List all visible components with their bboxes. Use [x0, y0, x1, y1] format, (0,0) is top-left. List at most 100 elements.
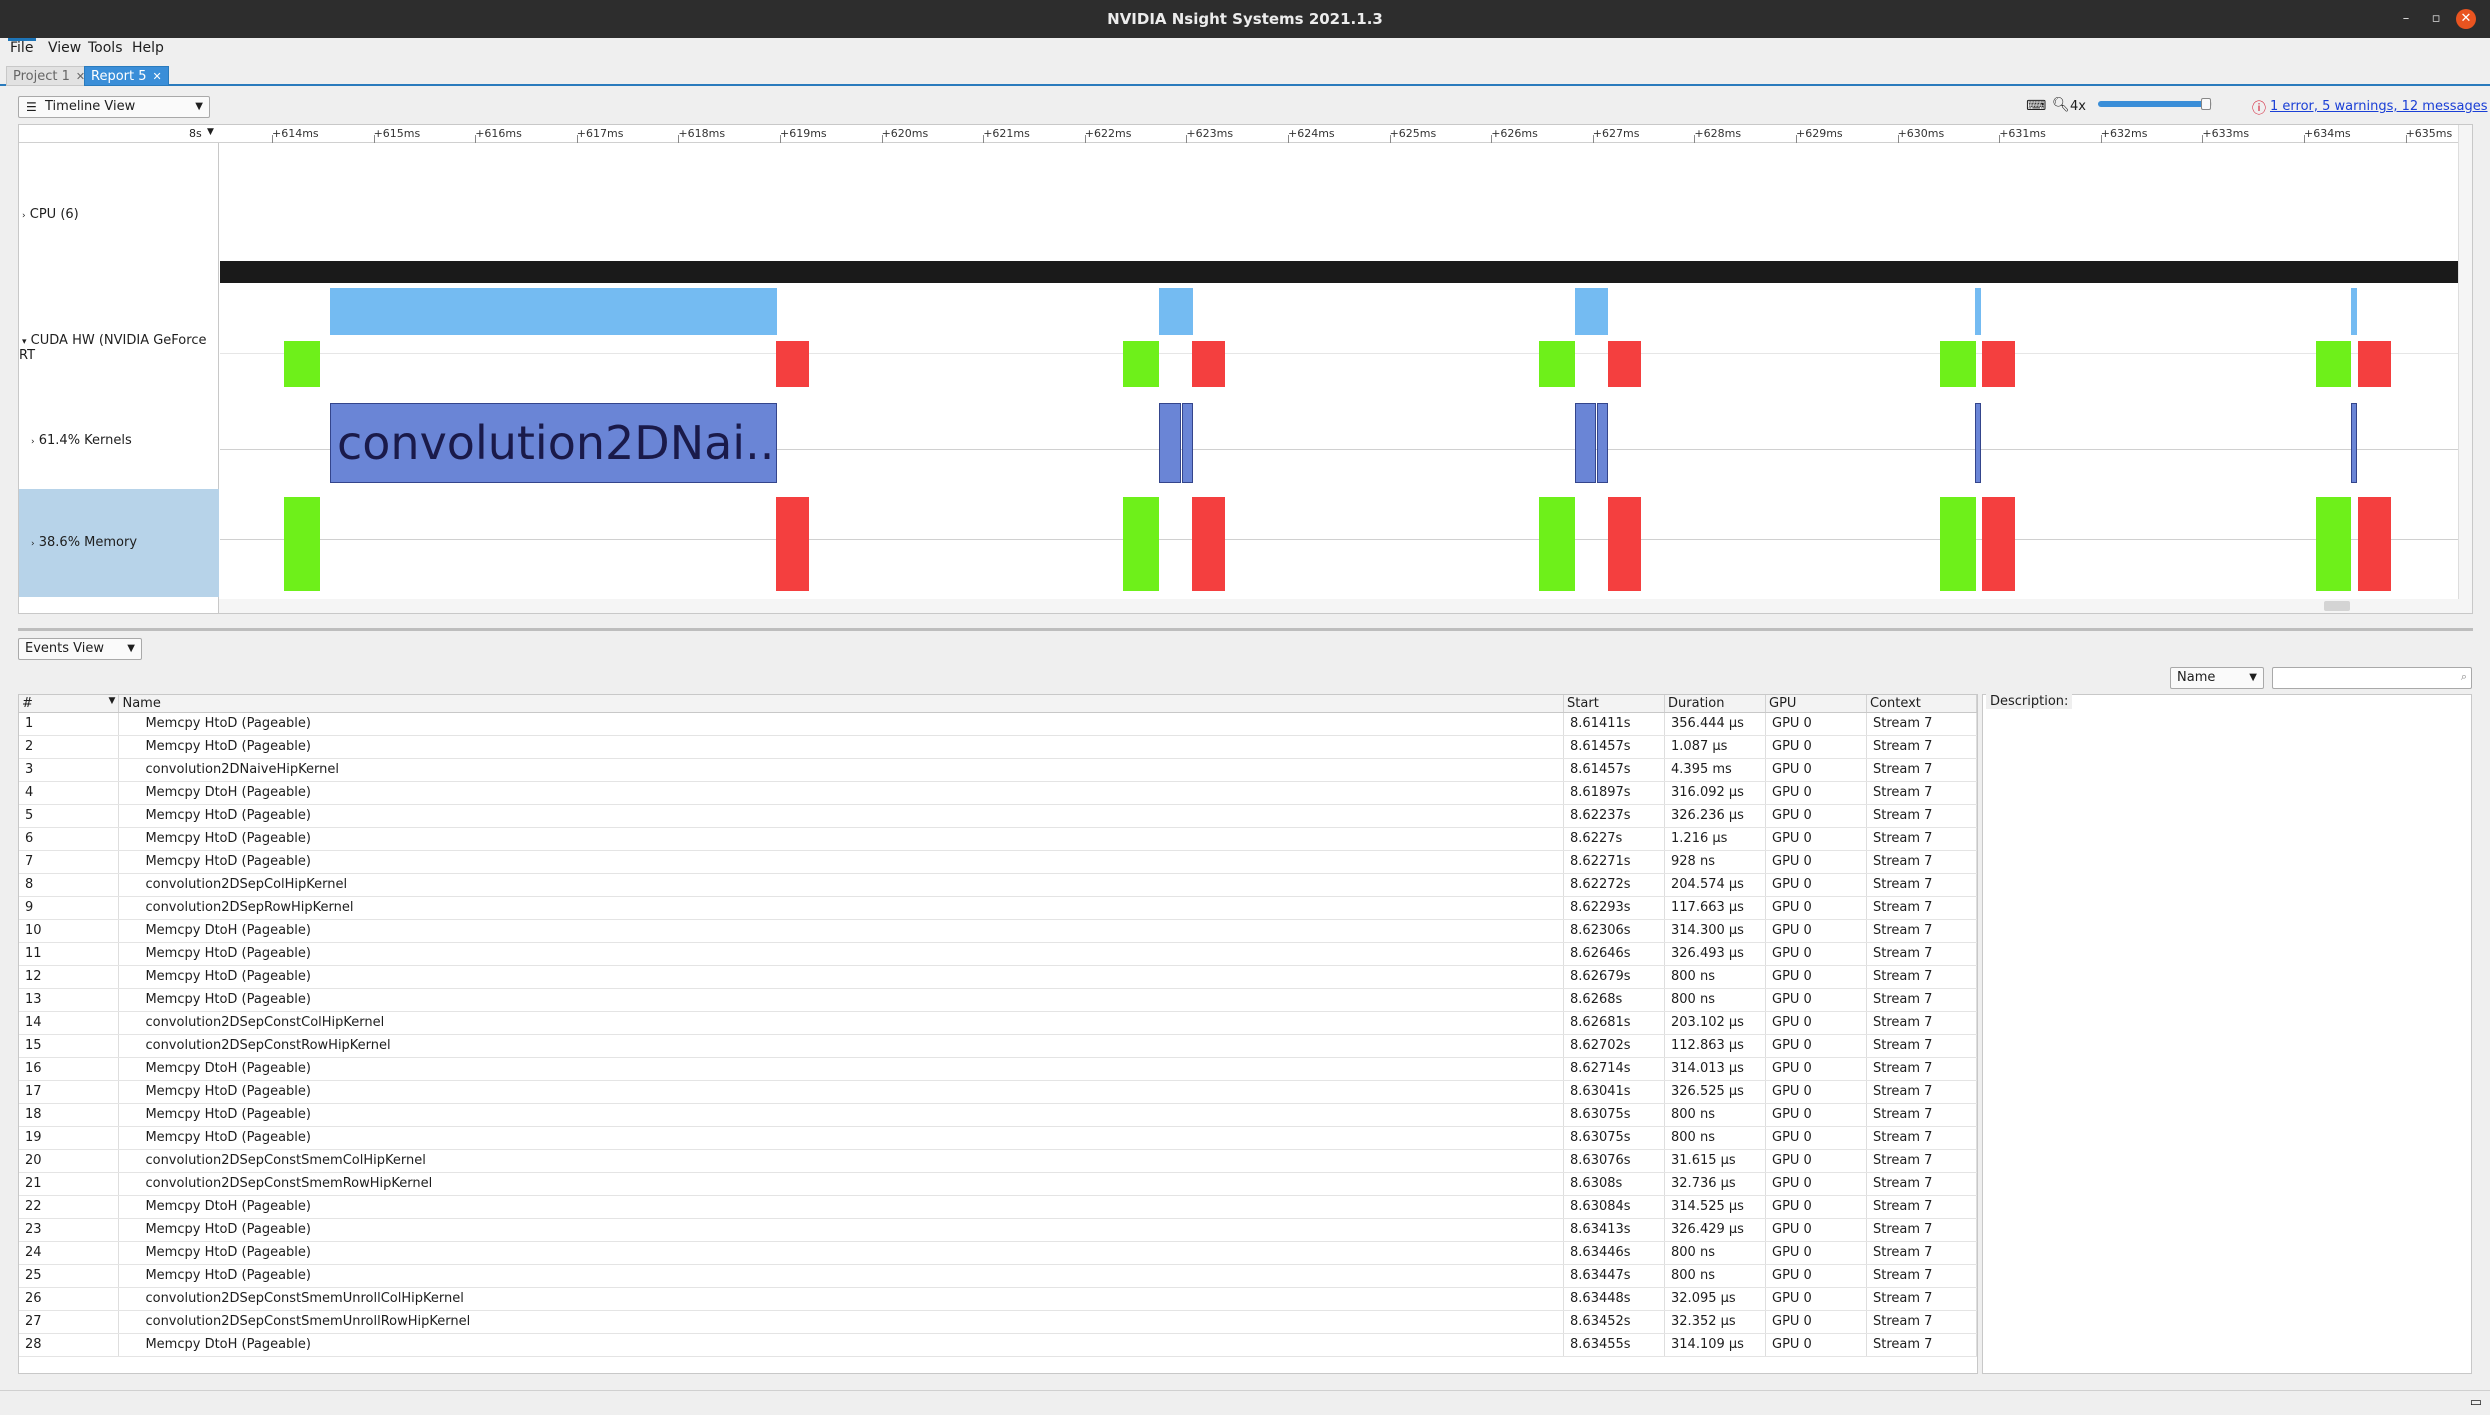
zoom-icon[interactable]: 🔍︎ [2052, 97, 2070, 113]
menu-file[interactable]: File [10, 40, 33, 56]
table-row[interactable]: 20 convolution2DSepConstSmemColHipKernel 8… [19, 1149, 1977, 1173]
kernel-block[interactable] [1182, 403, 1193, 483]
row-cpu[interactable]: › CPU (6) [19, 207, 219, 222]
messages-link[interactable]: 1 error, 5 warnings, 12 messages [2270, 99, 2488, 114]
cuda-hw-kernel-block[interactable] [2351, 288, 2357, 335]
cuda-hw-htod-block[interactable] [1123, 341, 1159, 387]
table-row[interactable]: 17 Memcpy HtoD (Pageable) 8.63041s 326.525 … [19, 1080, 1977, 1104]
cuda-hw-kernel-block[interactable] [1975, 288, 1981, 335]
minimize-button[interactable]: – [2396, 9, 2416, 29]
tab-project-1[interactable]: Project 1 ✕ [6, 66, 93, 86]
memory-htod-block[interactable] [1940, 497, 1976, 591]
memory-htod-block[interactable] [284, 497, 320, 591]
cuda-hw-htod-block[interactable] [2316, 341, 2351, 387]
table-row[interactable]: 24 Memcpy HtoD (Pageable) 8.63446s 800 ns GP… [19, 1241, 1977, 1265]
memory-dtoh-block[interactable] [2358, 497, 2391, 591]
table-row[interactable]: 22 Memcpy DtoH (Pageable) 8.63084s 314.525 … [19, 1195, 1977, 1219]
table-row[interactable]: 7 Memcpy HtoD (Pageable) 8.62271s 928 ns GPU… [19, 850, 1977, 874]
close-icon[interactable]: ✕ [153, 70, 162, 83]
chat-icon[interactable]: ▭ [2470, 1395, 2482, 1410]
search-input[interactable]: ⌕ [2272, 667, 2472, 689]
timeline-plot[interactable]: convolution2DNai... [220, 143, 2458, 613]
cuda-hw-dtoh-block[interactable] [776, 341, 809, 387]
table-row[interactable]: 25 Memcpy HtoD (Pageable) 8.63447s 800 ns GP… [19, 1264, 1977, 1288]
scrollbar-thumb[interactable] [2324, 601, 2350, 611]
menu-tools[interactable]: Tools [88, 40, 123, 56]
expand-icon[interactable]: › [22, 211, 26, 221]
filter-column-select[interactable]: Name ▼ [2170, 667, 2264, 689]
expand-icon[interactable]: › [31, 539, 35, 549]
cuda-hw-kernel-block[interactable] [1159, 288, 1193, 335]
column-header-name[interactable]: Name [118, 695, 1565, 713]
table-row[interactable]: 12 Memcpy HtoD (Pageable) 8.62679s 800 ns GP… [19, 965, 1977, 989]
zoom-slider[interactable] [2098, 98, 2212, 110]
table-row[interactable]: 23 Memcpy HtoD (Pageable) 8.63413s 326.429 … [19, 1218, 1977, 1242]
pane-splitter[interactable] [18, 628, 2473, 631]
memory-htod-block[interactable] [2316, 497, 2351, 591]
kernel-block[interactable] [2351, 403, 2357, 483]
table-row[interactable]: 9 convolution2DSepRowHipKernel 8.62293s 117… [19, 896, 1977, 920]
memory-dtoh-block[interactable] [1982, 497, 2015, 591]
row-memory[interactable]: › 38.6% Memory [19, 489, 219, 597]
kernel-block[interactable] [1575, 403, 1596, 483]
kernel-block[interactable] [1159, 403, 1181, 483]
table-row[interactable]: 28 Memcpy DtoH (Pageable) 8.63455s 314.109 … [19, 1333, 1977, 1357]
table-row[interactable]: 13 Memcpy HtoD (Pageable) 8.6268s 800 ns GPU… [19, 988, 1977, 1012]
timeline-vertical-scrollbar[interactable] [2458, 125, 2472, 613]
table-row[interactable]: 27 convolution2DSepConstSmemUnrollRowHipK… [19, 1310, 1977, 1334]
chevron-down-icon[interactable]: ▼ [207, 127, 214, 137]
memory-dtoh-block[interactable] [1192, 497, 1225, 591]
kernel-block[interactable] [1597, 403, 1608, 483]
column-header-duration[interactable]: Duration [1664, 695, 1766, 713]
keyboard-icon[interactable]: ⌨ [2026, 98, 2046, 114]
table-row[interactable]: 4 Memcpy DtoH (Pageable) 8.61897s 316.092 μ… [19, 781, 1977, 805]
row-cuda-hw[interactable]: ▾ CUDA HW (NVIDIA GeForce RT [19, 333, 219, 363]
cuda-hw-dtoh-block[interactable] [1982, 341, 2015, 387]
memory-dtoh-block[interactable] [1608, 497, 1641, 591]
table-row[interactable]: 1 Memcpy HtoD (Pageable) 8.61411s 356.444 μ… [19, 712, 1977, 736]
column-header-start[interactable]: Start [1563, 695, 1666, 713]
cuda-hw-dtoh-block[interactable] [1608, 341, 1641, 387]
table-row[interactable]: 2 Memcpy HtoD (Pageable) 8.61457s 1.087 μs G… [19, 735, 1977, 759]
view-select[interactable]: ☰ Timeline View ▼ [18, 96, 210, 118]
table-row[interactable]: 14 convolution2DSepConstColHipKernel 8.626… [19, 1011, 1977, 1035]
expand-icon[interactable]: › [31, 437, 35, 447]
column-header-index[interactable]: # ▼ [19, 695, 120, 713]
memory-htod-block[interactable] [1539, 497, 1575, 591]
table-row[interactable]: 21 convolution2DSepConstSmemRowHipKernel 8… [19, 1172, 1977, 1196]
table-row[interactable]: 26 convolution2DSepConstSmemUnrollColHipK… [19, 1287, 1977, 1311]
timeline-horizontal-scrollbar[interactable] [219, 599, 2459, 613]
zoom-slider-handle[interactable] [2201, 98, 2212, 110]
cuda-hw-htod-block[interactable] [1539, 341, 1575, 387]
menu-help[interactable]: Help [132, 40, 164, 56]
table-row[interactable]: 15 convolution2DSepConstRowHipKernel 8.627… [19, 1034, 1977, 1058]
restore-button[interactable]: ▫ [2426, 9, 2446, 29]
table-row[interactable]: 6 Memcpy HtoD (Pageable) 8.6227s 1.216 μs GP… [19, 827, 1977, 851]
cuda-hw-dtoh-block[interactable] [2358, 341, 2391, 387]
cuda-hw-kernel-block[interactable] [330, 288, 777, 335]
table-row[interactable]: 19 Memcpy HtoD (Pageable) 8.63075s 800 ns GP… [19, 1126, 1977, 1150]
column-header-context[interactable]: Context [1866, 695, 1977, 713]
tab-report-5[interactable]: Report 5 ✕ [84, 66, 169, 86]
table-row[interactable]: 8 convolution2DSepColHipKernel 8.62272s 204… [19, 873, 1977, 897]
table-row[interactable]: 3 convolution2DNaiveHipKernel 8.61457s 4.39… [19, 758, 1977, 782]
cuda-hw-dtoh-block[interactable] [1192, 341, 1225, 387]
cuda-hw-kernel-block[interactable] [1575, 288, 1608, 335]
table-row[interactable]: 18 Memcpy HtoD (Pageable) 8.63075s 800 ns GP… [19, 1103, 1977, 1127]
table-row[interactable]: 10 Memcpy DtoH (Pageable) 8.62306s 314.300 … [19, 919, 1977, 943]
collapse-icon[interactable]: ▾ [22, 337, 27, 347]
row-kernels[interactable]: › 61.4% Kernels [19, 433, 219, 448]
table-row[interactable]: 11 Memcpy HtoD (Pageable) 8.62646s 326.493 … [19, 942, 1977, 966]
kernel-block-naive[interactable]: convolution2DNai... [330, 403, 777, 483]
table-row[interactable]: 16 Memcpy DtoH (Pageable) 8.62714s 314.013 … [19, 1057, 1977, 1081]
kernel-block[interactable] [1975, 403, 1981, 483]
close-window-button[interactable]: ✕ [2456, 9, 2476, 29]
memory-dtoh-block[interactable] [776, 497, 809, 591]
column-header-gpu[interactable]: GPU [1765, 695, 1867, 713]
events-view-select[interactable]: Events View ▼ [18, 638, 142, 660]
table-row[interactable]: 5 Memcpy HtoD (Pageable) 8.62237s 326.236 μ… [19, 804, 1977, 828]
menu-view[interactable]: View [48, 40, 81, 56]
memory-htod-block[interactable] [1123, 497, 1159, 591]
cuda-hw-htod-block[interactable] [1940, 341, 1976, 387]
cuda-hw-htod-block[interactable] [284, 341, 320, 387]
